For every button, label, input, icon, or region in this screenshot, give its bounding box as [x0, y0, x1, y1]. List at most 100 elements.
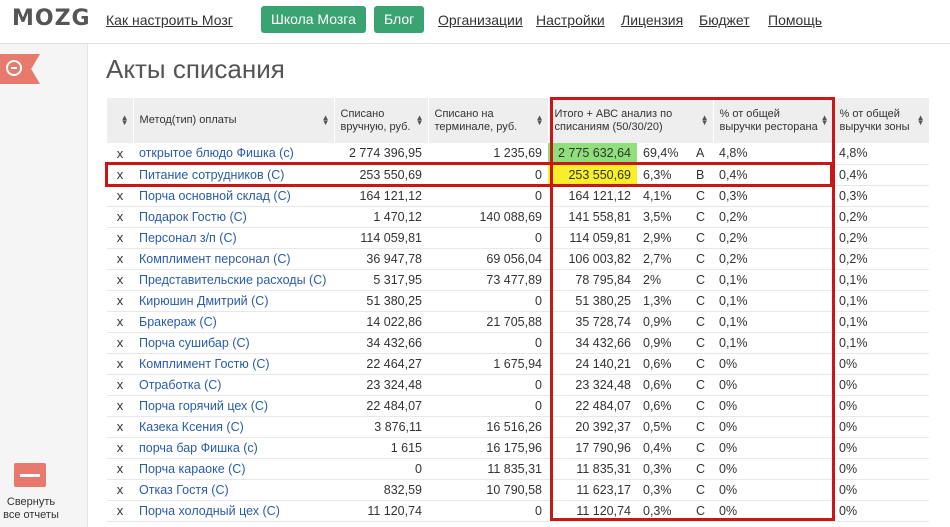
total-cell: 253 550,69 — [548, 164, 637, 186]
method-name-link[interactable]: Порча горячий цех (С) — [133, 395, 334, 417]
remove-row-button[interactable]: x — [107, 332, 133, 354]
remove-row-button[interactable]: x — [107, 290, 133, 312]
pct-restaurant-cell: 0% — [713, 500, 833, 522]
method-name-link[interactable]: Казека Ксения (С) — [133, 416, 334, 438]
remove-row-button[interactable]: x — [107, 437, 133, 459]
pct-zone-cell: 0% — [833, 416, 929, 438]
total-cell: 23 324,48 — [548, 374, 637, 396]
nav-budget[interactable]: Бюджет — [699, 12, 750, 28]
remove-row-button[interactable]: x — [107, 416, 133, 438]
remove-row-button[interactable]: x — [107, 227, 133, 249]
abc-group-cell: B — [692, 164, 713, 186]
pct-zone-cell: 0% — [833, 458, 929, 480]
collapse-all-reports-button[interactable] — [14, 463, 46, 487]
total-cell: 34 432,66 — [548, 332, 637, 354]
manual-cell: 0 — [334, 458, 428, 480]
sort-icon: ▲ ▼ — [535, 113, 544, 127]
method-name-link[interactable]: Комплимент Гостю (С) — [133, 353, 334, 375]
nav-settings[interactable]: Настройки — [536, 12, 605, 28]
pct-zone-cell: 0% — [833, 437, 929, 459]
nav-how-to-setup[interactable]: Как настроить Мозг — [106, 12, 233, 28]
nav-license[interactable]: Лицензия — [621, 12, 683, 28]
method-name-link[interactable]: Комплимент персонал (С) — [133, 248, 334, 270]
column-header-terminal[interactable]: Списано на терминале, руб. ▲ ▼ — [428, 98, 549, 143]
remove-row-button[interactable]: x — [107, 206, 133, 228]
remove-row-button[interactable]: x — [107, 164, 133, 186]
total-cell: 22 484,07 — [548, 395, 637, 417]
share-cell: 0,4% — [637, 437, 692, 459]
remove-row-button[interactable]: x — [107, 143, 133, 165]
remove-row-button[interactable]: x — [107, 269, 133, 291]
remove-row-button[interactable]: x — [107, 395, 133, 417]
share-cell: 6,3% — [637, 164, 692, 186]
share-cell: 2,9% — [637, 227, 692, 249]
manual-cell: 23 324,48 — [334, 374, 428, 396]
remove-row-button[interactable]: x — [107, 500, 133, 522]
abc-group-cell: C — [692, 185, 713, 207]
method-name-link[interactable]: Порча холодный цех (С) — [133, 500, 334, 522]
method-name-link[interactable]: Порча основной склад (С) — [133, 185, 334, 207]
sort-icon: ▲ ▼ — [415, 113, 424, 127]
table-row: x Порча сушибар (С) 34 432,66 0 34 432,66 0,9… — [107, 332, 929, 354]
table-row: x Подарок Гостю (С) 1 470,12 140 088,69 141 … — [107, 206, 929, 228]
abc-group-cell: C — [692, 248, 713, 270]
method-name-link[interactable]: порча бар Фишка (с) — [133, 437, 334, 459]
table-row: x Питание сотрудников (С) 253 550,69 0 253 5… — [107, 164, 929, 186]
remove-row-button[interactable]: x — [107, 185, 133, 207]
remove-row-button[interactable]: x — [107, 248, 133, 270]
total-cell: 11 623,17 — [548, 479, 637, 501]
nav-help[interactable]: Помощь — [768, 12, 822, 28]
method-name-link[interactable]: Порча караоке (С) — [133, 458, 334, 480]
remove-row-button[interactable]: x — [107, 353, 133, 375]
manual-cell: 34 432,66 — [334, 332, 428, 354]
pct-restaurant-cell: 0,1% — [713, 311, 833, 333]
pct-restaurant-cell: 0% — [713, 353, 833, 375]
nav-blog-button[interactable]: Блог — [374, 6, 425, 33]
remove-row-button[interactable]: x — [107, 374, 133, 396]
method-name-link[interactable]: Бракераж (С) — [133, 311, 334, 333]
nav-school-button[interactable]: Школа Мозга — [261, 6, 366, 33]
share-cell: 0,3% — [637, 479, 692, 501]
column-header-manual[interactable]: Списано вручную, руб. ▲ ▼ — [334, 98, 429, 143]
page-title: Акты списания — [106, 54, 285, 84]
manual-cell: 11 120,74 — [334, 500, 428, 522]
remove-row-button[interactable]: x — [107, 458, 133, 480]
share-cell: 0,3% — [637, 458, 692, 480]
pct-zone-cell: 0,2% — [833, 227, 929, 249]
method-name-link[interactable]: Подарок Гостю (С) — [133, 206, 334, 228]
method-name-link[interactable]: Отказ Гостя (С) — [133, 479, 334, 501]
method-name-link[interactable]: Порча сушибар (С) — [133, 332, 334, 354]
share-cell: 0,6% — [637, 353, 692, 375]
terminal-cell: 0 — [428, 500, 548, 522]
column-header-remove[interactable]: ▲ ▼ — [107, 98, 134, 143]
terminal-cell: 73 477,89 — [428, 269, 548, 291]
sidebar-flag-button[interactable] — [0, 54, 40, 84]
mozg-logo[interactable]: MOZG — [12, 6, 91, 31]
method-name-link[interactable]: Кирюшин Дмитрий (С) — [133, 290, 334, 312]
method-name-link[interactable]: открытое блюдо Фишка (с) — [133, 143, 334, 165]
method-name-link[interactable]: Отработка (С) — [133, 374, 334, 396]
share-cell: 2,7% — [637, 248, 692, 270]
collapse-all-reports-label[interactable]: Свернуть все отчеты — [0, 496, 62, 522]
column-header-method[interactable]: Метод(тип) оплаты ▲ ▼ — [133, 98, 335, 143]
method-name-link[interactable]: Персонал з/п (С) — [133, 227, 334, 249]
manual-cell: 3 876,11 — [334, 416, 428, 438]
sort-icon: ▲ ▼ — [321, 113, 330, 127]
pct-zone-cell: 0,3% — [833, 185, 929, 207]
column-header-pct-restaurant[interactable]: % от общей выручки ресторана ▲ ▼ — [713, 98, 834, 143]
pct-zone-cell: 0% — [833, 353, 929, 375]
nav-organizations[interactable]: Организации — [438, 12, 523, 28]
method-name-link[interactable]: Представительские расходы (С) — [133, 269, 334, 291]
abc-group-cell: C — [692, 332, 713, 354]
method-name-link[interactable]: Питание сотрудников (С) — [133, 164, 334, 186]
pct-restaurant-cell: 0% — [713, 374, 833, 396]
column-header-pct-zone[interactable]: % от общей выручки зоны ▲ ▼ — [833, 98, 930, 143]
pct-restaurant-cell: 0% — [713, 479, 833, 501]
terminal-cell: 140 088,69 — [428, 206, 548, 228]
remove-row-button[interactable]: x — [107, 479, 133, 501]
remove-row-button[interactable]: x — [107, 311, 133, 333]
pct-zone-cell: 0,2% — [833, 206, 929, 228]
total-cell: 2 775 632,64 — [548, 143, 637, 165]
column-header-total-abc[interactable]: Итого + АВС анализ по списаниям (50/30/2… — [548, 98, 714, 143]
terminal-cell: 69 056,04 — [428, 248, 548, 270]
